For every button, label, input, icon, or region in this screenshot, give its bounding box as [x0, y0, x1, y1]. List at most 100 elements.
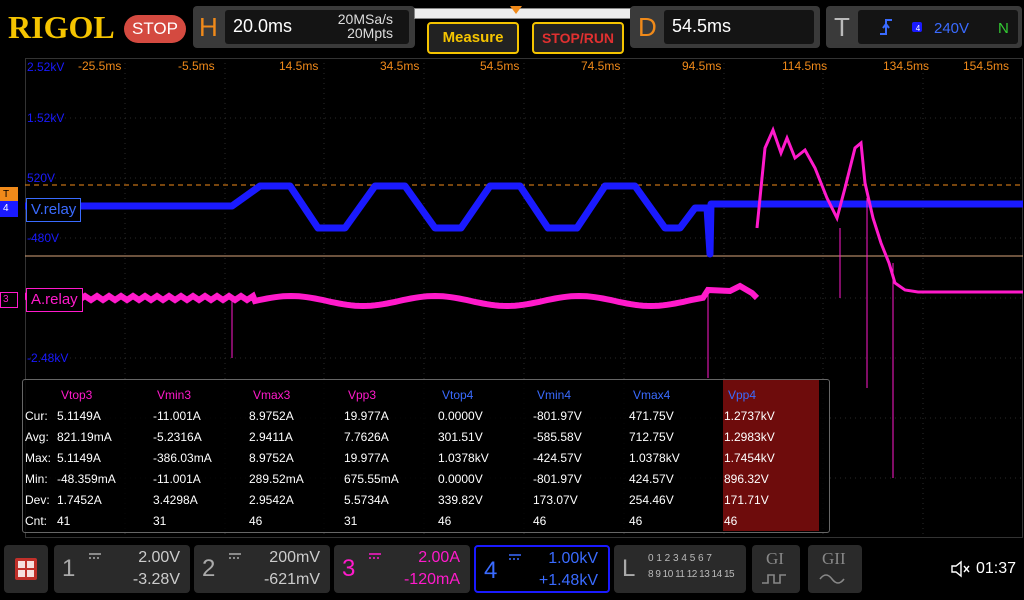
measure-cell: 2.9411A — [249, 430, 293, 444]
measure-cell: 3.4298A — [153, 493, 198, 507]
menu-grid-icon — [15, 558, 37, 580]
measure-row-label: Min: — [25, 472, 48, 486]
memory-depth: 20Mpts — [347, 25, 393, 41]
measure-cell: -5.2316A — [153, 430, 202, 444]
ch1-number: 1 — [62, 555, 76, 582]
trigger-settings[interactable]: T 4 240V N — [826, 6, 1022, 48]
ch1-settings[interactable]: 1 2.00V -3.28V — [54, 545, 190, 593]
measure-cell: 5.1149A — [57, 409, 101, 423]
run-status-badge[interactable]: STOP — [124, 15, 186, 43]
voltage-tick-label: 1.52kV — [27, 111, 65, 125]
menu-button[interactable] — [4, 545, 48, 593]
measure-cell: 1.2983kV — [724, 430, 775, 444]
measurement-table[interactable]: Vtop3 Vmin3 Vmax3 Vpp3 Vtop4 Vmin4 Vmax4 Vpp4 Cu… — [22, 379, 830, 533]
ch2-settings[interactable]: 2 200mV -621mV — [194, 545, 330, 593]
measure-cell: 1.7454kV — [724, 451, 775, 465]
timebase-value: 20.0ms — [233, 16, 293, 36]
measure-row-label: Max: — [25, 451, 52, 465]
ch4-settings[interactable]: 4 1.00kV +1.48kV — [474, 545, 610, 593]
time-tick-label: 154.5ms — [963, 59, 1010, 73]
measure-cell: 301.51V — [438, 430, 483, 444]
measure-cell: 46 — [249, 514, 263, 528]
ch4-scale: 1.00kV — [548, 550, 598, 567]
measure-header: Vtop3 — [61, 388, 93, 402]
waveform-memory-bar[interactable] — [414, 8, 634, 19]
ch1-offset: -3.28V — [132, 571, 180, 588]
ch3-label: A.relay — [26, 288, 83, 312]
voltage-tick-label: -2.48kV — [27, 351, 69, 365]
measure-cell: 0.0000V — [438, 472, 483, 486]
speaker-muted-icon[interactable] — [950, 560, 972, 578]
dc-coupling-icon — [369, 553, 381, 559]
horizontal-settings[interactable]: H 20.0ms 20MSa/s 20Mpts — [193, 6, 415, 48]
measure-cell: 675.55mA — [344, 472, 399, 486]
measure-header: Vmax3 — [253, 388, 291, 402]
logic-analyzer-settings[interactable]: L 0 1 2 3 4 5 6 7 8 9 10 11 12 13 14 15 — [614, 545, 746, 593]
measure-cell: 19.977A — [344, 451, 389, 465]
measure-cell: 31 — [344, 514, 358, 528]
trigger-icons: 4 240V N — [880, 19, 1009, 37]
measure-cell: 1.0378kV — [629, 451, 680, 465]
stop-run-button[interactable]: STOP/RUN — [532, 22, 624, 54]
delay-value: 54.5ms — [672, 16, 732, 36]
delay-settings[interactable]: D 54.5ms — [630, 6, 820, 48]
measure-header: Vtop4 — [442, 388, 474, 402]
logic-letter: L — [622, 555, 636, 582]
voltage-tick-label: 2.52kV — [27, 60, 65, 74]
trigger-position-marker-icon — [510, 6, 522, 14]
bottom-channel-bar: 1 2.00V -3.28V 2 200mV -621mV 3 2.00A -1… — [0, 540, 1024, 600]
measure-cell: 424.57V — [629, 472, 674, 486]
measure-cell: 896.32V — [724, 472, 769, 486]
ch3-offset: -120mA — [403, 571, 460, 588]
measure-cell: 5.5734A — [344, 493, 389, 507]
measure-button[interactable]: Measure — [427, 22, 519, 54]
top-toolbar: RIGOL STOP H 20.0ms 20MSa/s 20Mpts Measu… — [0, 0, 1024, 56]
measure-cell: 46 — [533, 514, 547, 528]
measure-cell: -424.57V — [533, 451, 582, 465]
sample-info: 20MSa/s 20Mpts — [338, 12, 393, 40]
ch4-number: 4 — [484, 557, 498, 584]
svg-text:4: 4 — [916, 24, 921, 33]
sample-rate: 20MSa/s — [337, 11, 393, 27]
measure-cell: 254.46V — [629, 493, 674, 507]
ch2-offset: -621mV — [263, 571, 320, 588]
time-tick-label: 74.5ms — [581, 59, 621, 73]
delay-readout: 54.5ms — [664, 10, 814, 44]
measure-cell: 712.75V — [629, 430, 674, 444]
generator-1-label: GI — [766, 549, 784, 568]
ch4-label: V.relay — [26, 198, 82, 222]
measure-cell: 46 — [629, 514, 643, 528]
measure-row-label: Cnt: — [25, 514, 48, 528]
ch4-offset: +1.48kV — [538, 572, 598, 589]
generator-1-button[interactable]: GI — [752, 545, 800, 593]
dc-coupling-icon — [89, 553, 101, 559]
measure-cell: -386.03mA — [153, 451, 212, 465]
measure-cell: 31 — [153, 514, 167, 528]
ch4-offset-marker[interactable]: 4 — [0, 201, 18, 217]
generator-2-button[interactable]: GII — [808, 545, 862, 593]
measure-row-label: Dev: — [25, 493, 50, 507]
ch3-burst-waveform — [755, 125, 1023, 294]
horizontal-letter: H — [199, 12, 218, 42]
measure-cell: 5.1149A — [57, 451, 101, 465]
measure-cell: 1.0378kV — [438, 451, 489, 465]
measure-cell: 339.82V — [438, 493, 483, 507]
voltage-tick-label: 520V — [27, 171, 56, 185]
trigger-level: 240V — [934, 20, 969, 37]
ch3-settings[interactable]: 3 2.00A -120mA — [334, 545, 470, 593]
generator-2-label: GII — [822, 549, 846, 568]
trigger-letter: T — [834, 12, 850, 42]
measure-cell: 1.2737kV — [724, 409, 775, 423]
trigger-readout: 4 240V N — [858, 10, 1018, 44]
time-tick-label: 14.5ms — [279, 59, 319, 73]
measure-cell: -11.001A — [153, 472, 201, 486]
measure-cell: 0.0000V — [438, 409, 483, 423]
measure-cell: -801.97V — [533, 472, 582, 486]
measure-cell: 471.75V — [629, 409, 674, 423]
measure-row-label: Cur: — [25, 409, 48, 423]
measure-cell: -801.97V — [533, 409, 582, 423]
time-tick-label: 134.5ms — [883, 59, 930, 73]
ch2-number: 2 — [202, 555, 216, 582]
measure-cell: 2.9542A — [249, 493, 294, 507]
ch3-offset-marker[interactable]: 3 — [0, 292, 18, 308]
